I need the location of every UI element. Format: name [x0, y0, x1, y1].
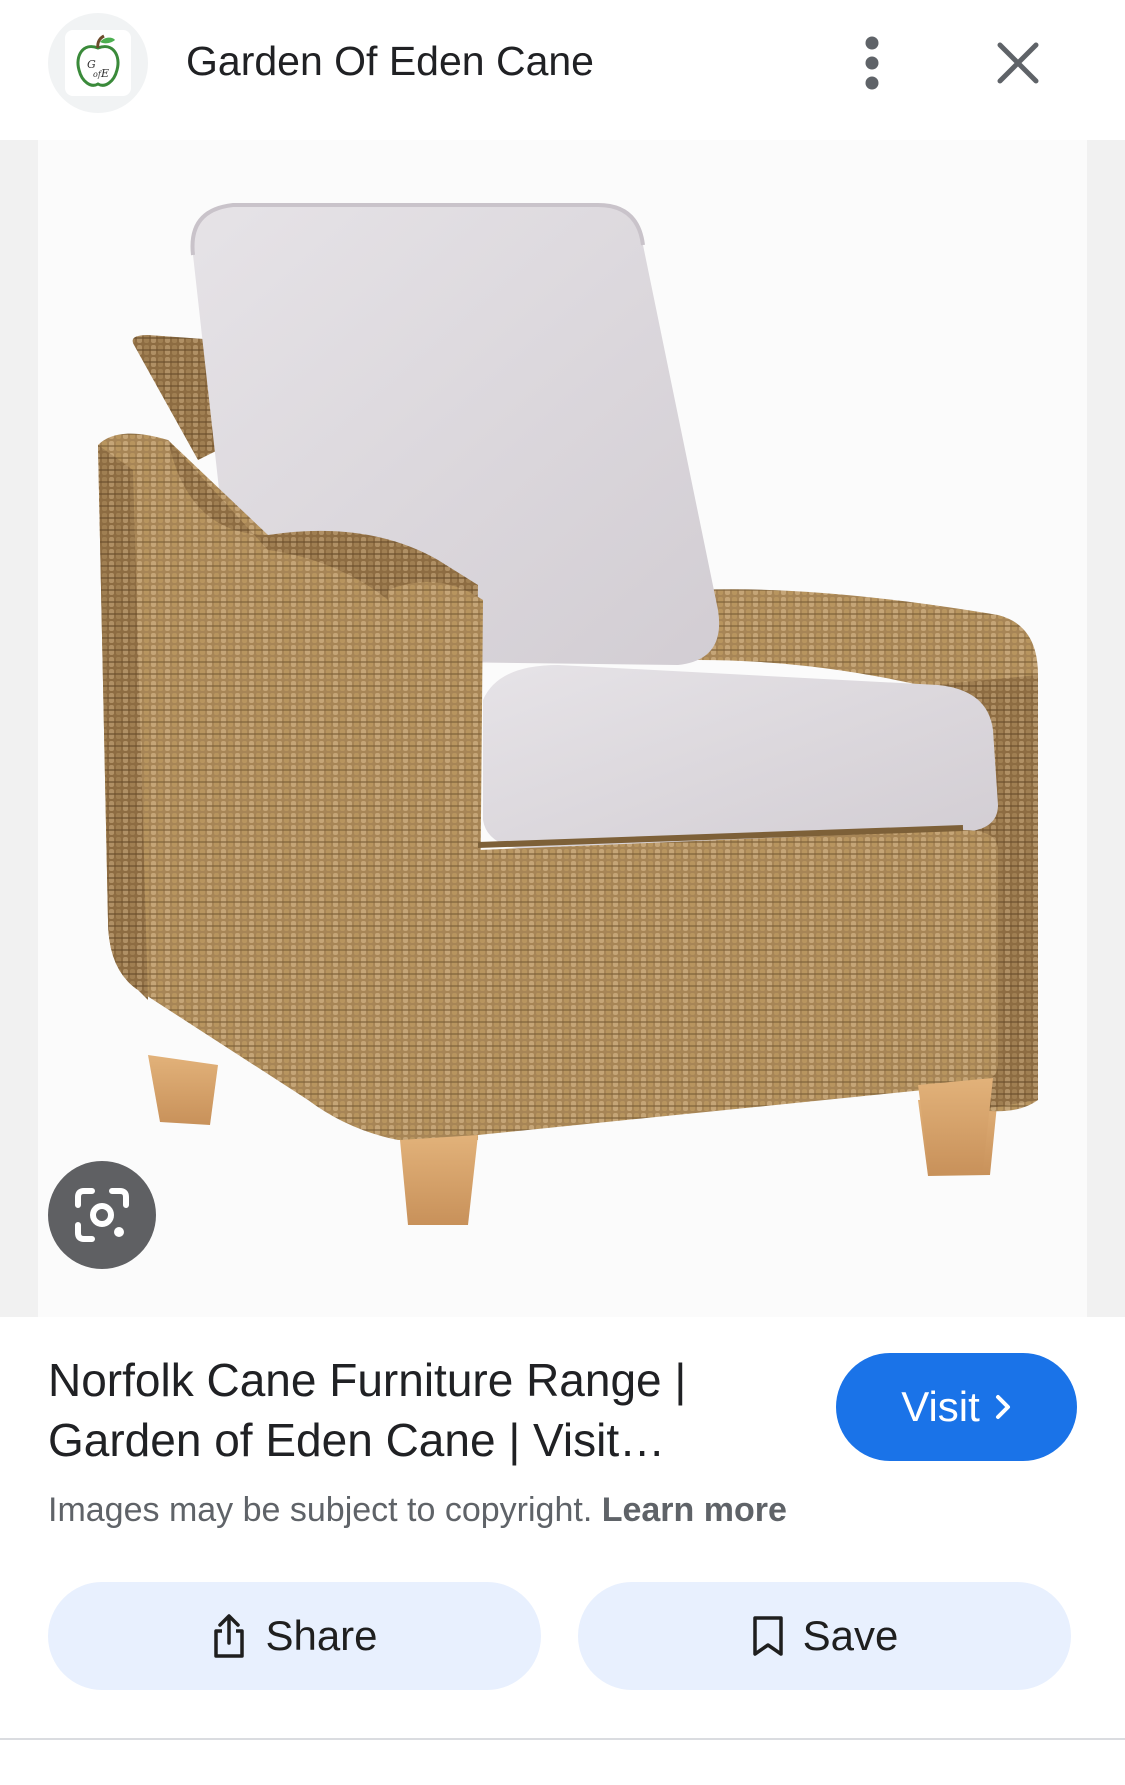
save-label: Save	[802, 1612, 899, 1659]
close-icon	[997, 42, 1039, 84]
image-preview[interactable]	[38, 140, 1087, 1317]
bookmark-icon	[752, 1616, 783, 1656]
learn-more-link[interactable]: Learn more	[602, 1491, 787, 1529]
apple-logo-icon: G of E	[65, 30, 131, 96]
google-lens-button[interactable]	[48, 1161, 156, 1269]
copyright-notice: Images may be subject to copyright. Lear…	[48, 1488, 787, 1532]
visit-button[interactable]: Visit	[836, 1353, 1077, 1461]
image-preview-area	[0, 140, 1125, 1317]
share-icon	[214, 1614, 245, 1658]
more-options-button[interactable]	[842, 24, 902, 102]
close-button[interactable]	[985, 30, 1051, 96]
google-lens-icon	[75, 1188, 129, 1242]
site-logo[interactable]: G of E	[48, 13, 148, 113]
header: G of E Garden Of Eden Cane	[0, 0, 1125, 140]
wicker-armchair-image	[98, 203, 1038, 1225]
share-button[interactable]: Share	[48, 1582, 541, 1690]
copyright-text: Images may be subject to copyright.	[48, 1491, 593, 1529]
svg-text:E: E	[100, 67, 109, 80]
site-name[interactable]: Garden Of Eden Cane	[186, 36, 594, 86]
result-title[interactable]: Norfolk Cane Furniture Range | Garden of…	[48, 1350, 768, 1470]
save-button[interactable]: Save	[578, 1582, 1071, 1690]
visit-label: Visit	[901, 1383, 980, 1430]
bottom-divider	[0, 1738, 1125, 1740]
chevron-right-icon	[995, 1395, 1010, 1419]
more-vertical-icon	[865, 36, 879, 90]
share-label: Share	[265, 1612, 378, 1659]
